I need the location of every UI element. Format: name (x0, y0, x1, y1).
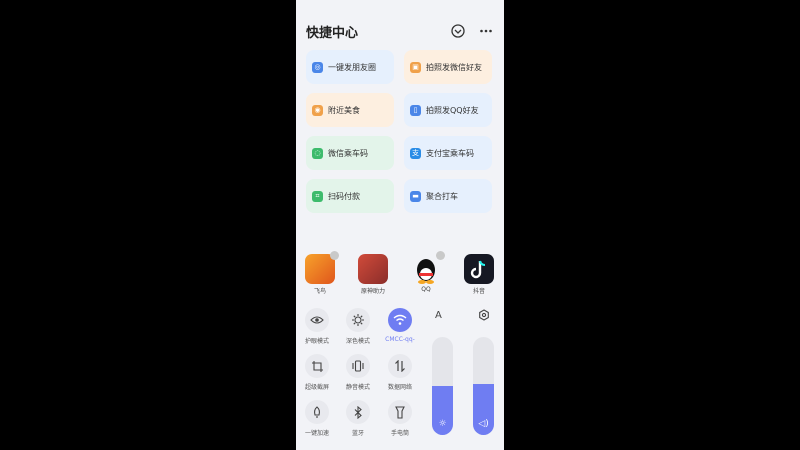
car-icon: ▬ (410, 190, 421, 202)
shortcut-label: 聚合打车 (426, 191, 458, 201)
shortcut-alipay-bus[interactable]: 支 支付宝乘车码 (404, 136, 492, 170)
page-title: 快捷中心 (306, 26, 359, 41)
shortcut-wechat-bus[interactable]: ◌ 微信乘车码 (306, 136, 394, 170)
control-center: 快捷中心 ◎ 一键发朋友圈 ▣ 拍照发微信好友 ◉ 附近美食 ▯ 拍照发QQ好友… (296, 0, 504, 450)
alipay-icon: 支 (410, 147, 421, 159)
volume-icon: ◁) (478, 419, 489, 429)
screenshot-toggle[interactable]: 超级截屏 (301, 354, 333, 391)
font-size-icon[interactable]: A (435, 310, 442, 321)
shortcut-label: 支付宝乘车码 (426, 148, 474, 158)
mobile-data-toggle[interactable]: 数据网络 (384, 354, 416, 391)
shortcut-label: 一键发朋友圈 (328, 62, 376, 72)
more-icon[interactable] (479, 24, 493, 38)
shortcut-label: 扫码付款 (328, 191, 360, 201)
wechat-icon: ◌ (312, 147, 323, 159)
shortcut-photo-wechat[interactable]: ▣ 拍照发微信好友 (404, 50, 492, 84)
badge-icon (330, 251, 339, 260)
app-label: QQ (421, 286, 431, 293)
bluetooth-toggle[interactable]: 蓝牙 (342, 400, 374, 437)
toggle-label: 超级截屏 (304, 384, 329, 391)
flashlight-icon (388, 400, 412, 424)
brightness-icon: ☼ (438, 419, 447, 429)
vibrate-icon (346, 354, 370, 378)
boost-toggle[interactable]: 一键加速 (301, 400, 333, 437)
eye-care-toggle[interactable]: 护眼模式 (301, 308, 333, 345)
app-label: 原神助力 (360, 288, 385, 295)
shortcut-taxi[interactable]: ▬ 聚合打车 (404, 179, 492, 213)
volume-slider[interactable]: ◁) (473, 337, 494, 435)
app-label: 飞鸟 (313, 288, 326, 295)
toggle-label: CMCC-qq- (385, 336, 415, 343)
rocket-icon (305, 400, 329, 424)
flashlight-toggle[interactable]: 手电筒 (384, 400, 416, 437)
toggle-label: 手电筒 (390, 430, 409, 437)
dark-mode-toggle[interactable]: 深色模式 (342, 308, 374, 345)
toggle-label: 数据网络 (387, 384, 412, 391)
toggle-label: 静音模式 (345, 384, 370, 391)
toggle-label: 一键加速 (304, 430, 329, 437)
toggle-label: 蓝牙 (351, 430, 364, 437)
qq-app-icon (411, 251, 445, 284)
app-feiniao[interactable]: 飞鸟 (304, 251, 339, 295)
badge-icon (436, 251, 445, 260)
shortcut-label: 附近美食 (328, 105, 360, 115)
eye-icon (305, 308, 329, 332)
feiniao-app-icon (305, 251, 339, 284)
shortcut-label: 微信乘车码 (328, 148, 368, 158)
brightness-slider[interactable]: ☼ (432, 337, 453, 435)
game-app-icon (358, 254, 388, 284)
wifi-toggle[interactable]: CMCC-qq- (384, 308, 416, 343)
douyin-app-icon (464, 254, 494, 284)
camera-icon: ◎ (312, 61, 323, 73)
settings-icon[interactable] (478, 309, 490, 321)
photo-icon: ▣ (410, 61, 421, 73)
shortcut-scan-pay[interactable]: ⌗ 扫码付款 (306, 179, 394, 213)
app-qq[interactable]: QQ (410, 251, 445, 293)
shortcut-label: 拍照发QQ好友 (426, 105, 479, 115)
data-arrows-icon (388, 354, 412, 378)
collapse-icon[interactable] (451, 24, 465, 38)
crop-icon (305, 354, 329, 378)
app-game[interactable]: 原神助力 (357, 254, 389, 295)
shortcut-moments[interactable]: ◎ 一键发朋友圈 (306, 50, 394, 84)
location-icon: ◉ (312, 104, 323, 116)
app-douyin[interactable]: 抖音 (463, 254, 495, 295)
shortcut-photo-qq[interactable]: ▯ 拍照发QQ好友 (404, 93, 492, 127)
bluetooth-icon (346, 400, 370, 424)
phone-icon: ▯ (410, 104, 421, 116)
toggle-label: 深色模式 (345, 338, 370, 345)
scan-icon: ⌗ (312, 190, 323, 202)
wifi-icon (388, 308, 412, 332)
sun-icon (346, 308, 370, 332)
toggle-label: 护眼模式 (304, 338, 329, 345)
shortcut-food[interactable]: ◉ 附近美食 (306, 93, 394, 127)
vibrate-toggle[interactable]: 静音模式 (342, 354, 374, 391)
shortcut-label: 拍照发微信好友 (426, 62, 482, 72)
app-label: 抖音 (472, 288, 485, 295)
